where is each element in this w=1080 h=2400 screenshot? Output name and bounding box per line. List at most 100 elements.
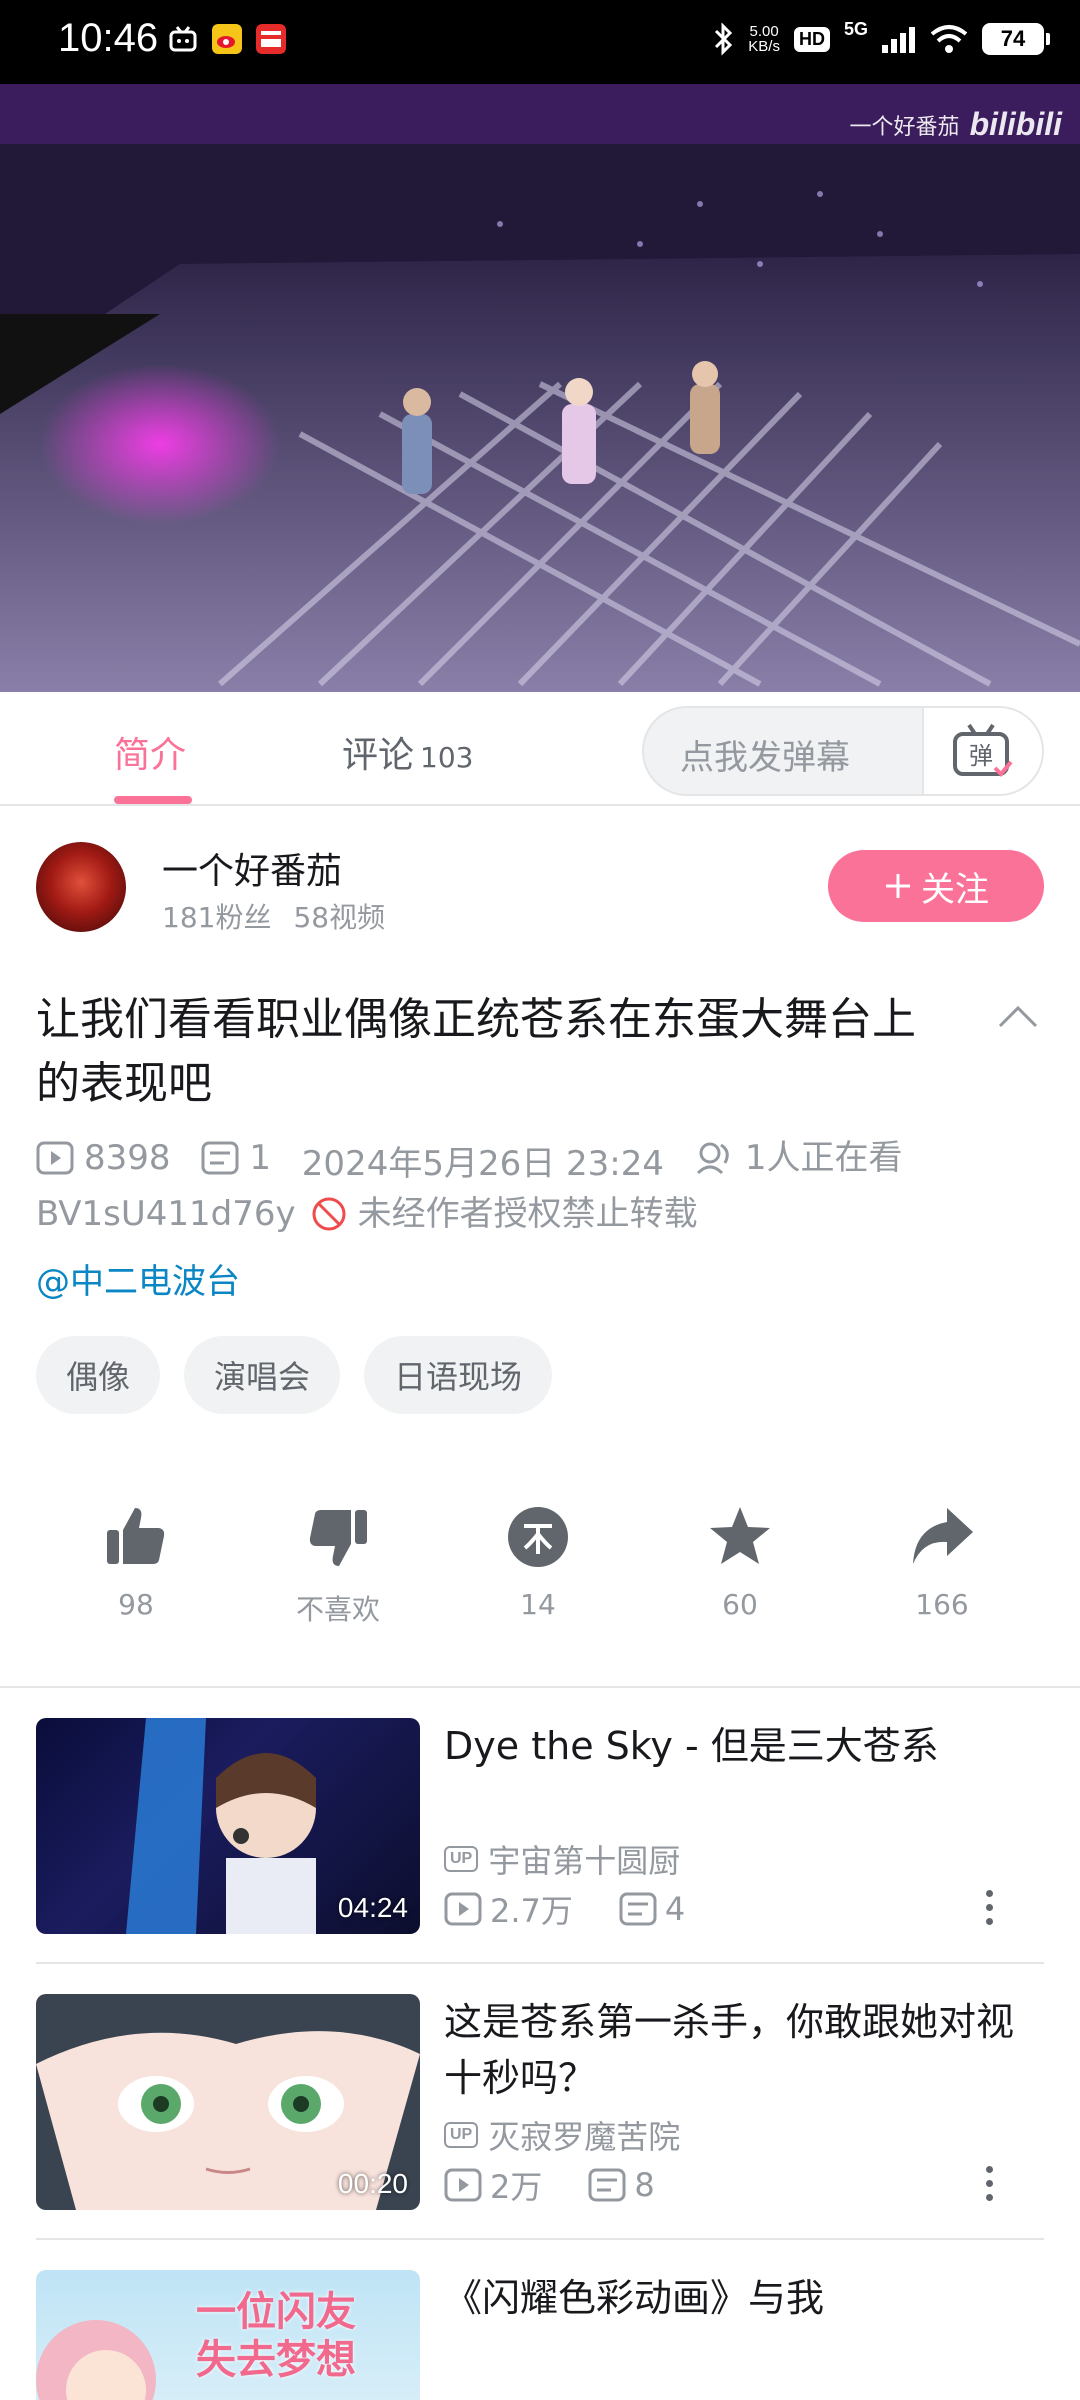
news-app-icon <box>256 24 286 54</box>
dislike-button[interactable]: 不喜欢 <box>258 1504 418 1628</box>
copyright-notice: 未经作者授权禁止转载 <box>357 1194 698 1234</box>
publish-date: 2024年5月26日 23:24 <box>301 1144 665 1184</box>
danmaku-icon <box>201 1141 239 1175</box>
signal-icon <box>882 27 915 53</box>
video-stats: 2.7万 4 <box>444 1886 685 1932</box>
danmu-input[interactable]: 点我发弹幕 <box>680 730 850 779</box>
play-icon <box>444 2168 482 2202</box>
up-badge-icon: UP <box>444 1846 479 1872</box>
coin-icon <box>508 1507 568 1567</box>
speed-unit: KB/s <box>748 38 780 55</box>
play-count: 2万 <box>490 2168 543 2206</box>
video-duration: 00:20 <box>337 2168 408 2199</box>
tag-item[interactable]: 偶像 <box>36 1336 161 1414</box>
notification-icons <box>168 24 286 54</box>
watching-value: 1人正在看 <box>744 1138 903 1178</box>
section-divider <box>0 1686 1080 1688</box>
mention-link[interactable]: @中二电波台 <box>36 1254 240 1303</box>
video-watermark: 一个好番茄 bilibili <box>850 106 1062 143</box>
up-badge-icon: UP <box>444 2122 479 2148</box>
play-count: 2.7万 <box>490 1892 573 1930</box>
watching-now: 1人正在看 <box>695 1130 903 1186</box>
coin-button[interactable]: 14 <box>458 1504 618 1621</box>
danmu-icon: 弹 <box>953 723 1013 777</box>
video-title: 这是苍系第一杀手，你敢跟她对视十秒吗？ <box>444 2000 1015 2100</box>
uploader-row: 一个好番茄 181粉丝 58视频 关注 <box>36 838 1044 938</box>
more-options-icon[interactable] <box>986 1890 994 1926</box>
video-uploader: UP 宇宙第十圆厨 <box>444 1836 680 1882</box>
uploader-name[interactable]: 一个好番茄 <box>162 842 342 894</box>
tab-intro[interactable]: 简介 <box>114 726 186 778</box>
thumbs-down-icon <box>309 1510 367 1566</box>
video-title: 《闪耀色彩动画》与我 <box>444 2276 825 2320</box>
list-item[interactable]: 一位闪友 失去梦想 《闪耀色彩动画》与我 <box>36 2270 1044 2400</box>
more-options-icon[interactable] <box>986 2166 994 2202</box>
favorite-button[interactable]: 60 <box>660 1504 820 1621</box>
thumbs-up-icon <box>107 1508 165 1564</box>
tag-item[interactable]: 演唱会 <box>184 1336 341 1414</box>
tab-bar: 简介 评论 103 点我发弹幕 弹 <box>0 692 1080 806</box>
status-time: 10:46 <box>58 16 159 60</box>
play-count: 8398 <box>36 1130 171 1186</box>
status-right: 5.00 KB/s HD 5G 74 <box>712 19 1050 56</box>
viewers-icon <box>696 1142 729 1175</box>
video-thumbnail[interactable]: 一位闪友 失去梦想 <box>36 2270 420 2400</box>
follow-button[interactable]: 关注 <box>828 850 1044 922</box>
share-button[interactable]: 166 <box>862 1504 1022 1621</box>
uploader-name: 灭寂罗魔苦院 <box>488 2118 681 2156</box>
network-speed: 5.00 KB/s <box>748 24 780 54</box>
tab-comments-count: 103 <box>420 741 474 774</box>
danmaku-count: 8 <box>634 2166 655 2204</box>
video-title: 让我们看看职业偶像正统苍系在东蛋大舞台上的表现吧 <box>36 994 916 1109</box>
video-thumbnail[interactable]: 00:20 <box>36 1994 420 2210</box>
bvid[interactable]: BV1sU411d76y <box>36 1186 296 1242</box>
tag-item[interactable]: 日语现场 <box>364 1336 553 1414</box>
list-item[interactable]: 04:24 Dye the Sky - 但是三大苍系 UP 宇宙第十圆厨 2.7… <box>36 1718 1044 1936</box>
forbidden-icon <box>312 1197 346 1231</box>
favorite-count: 60 <box>722 1588 758 1621</box>
dislike-label: 不喜欢 <box>295 1593 380 1626</box>
danmaku-icon <box>619 1892 657 1926</box>
thumbnail-caption-line: 一位闪友 <box>196 2289 356 2335</box>
play-icon <box>444 1892 482 1926</box>
share-icon <box>913 1508 973 1564</box>
tag-list: 偶像 演唱会 日语现场 <box>36 1336 553 1414</box>
bluetooth-icon <box>715 22 733 56</box>
list-divider <box>36 1962 1044 1964</box>
coin-count: 14 <box>520 1588 556 1621</box>
hd-badge: HD <box>793 26 830 52</box>
action-bar: 98 不喜欢 14 60 166 <box>0 1504 1080 1654</box>
bilibili-logo: bilibili <box>969 106 1062 142</box>
danmaku-icon <box>588 2168 626 2202</box>
tab-comments[interactable]: 评论 103 <box>342 726 473 778</box>
video-meta-2: BV1sU411d76y 未经作者授权禁止转载 <box>36 1186 698 1242</box>
plus-icon <box>886 874 910 898</box>
video-stats: 2万 8 <box>444 2162 655 2208</box>
chevron-up-icon[interactable] <box>996 1002 1040 1030</box>
video-thumbnail[interactable]: 04:24 <box>36 1718 420 1934</box>
list-item[interactable]: 00:20 这是苍系第一杀手，你敢跟她对视十秒吗？ UP 灭寂罗魔苦院 2万 8 <box>36 1994 1044 2212</box>
watermark-name: 一个好番茄 <box>849 114 960 140</box>
danmu-bar: 点我发弹幕 弹 <box>642 706 1044 796</box>
wifi-icon <box>930 25 968 53</box>
status-bar: 10:46 5.00 KB/s HD 5G 74 <box>0 0 1080 84</box>
bilibili-app-icon <box>169 26 197 52</box>
video-player[interactable]: 一个好番茄 bilibili <box>0 84 1080 692</box>
speed-value: 5.00 <box>749 23 779 40</box>
danmu-toggle-button[interactable]: 弹 <box>922 708 1042 794</box>
danmaku-count-value: 1 <box>249 1138 271 1178</box>
play-count-value: 8398 <box>84 1138 171 1178</box>
play-icon <box>36 1141 74 1175</box>
star-icon <box>710 1507 770 1564</box>
danmaku-count: 1 <box>201 1130 271 1186</box>
avatar[interactable] <box>36 842 126 932</box>
video-duration: 04:24 <box>337 1892 408 1923</box>
follow-label: 关注 <box>921 869 989 910</box>
battery-icon: 74 <box>982 23 1050 55</box>
video-meta: 8398 1 2024年5月26日 23:24 1人正在看 <box>36 1130 1046 1192</box>
video-uploader: UP 灭寂罗魔苦院 <box>444 2112 680 2158</box>
like-button[interactable]: 98 <box>56 1504 216 1621</box>
share-count: 166 <box>915 1588 969 1621</box>
thumbnail-caption-line: 失去梦想 <box>196 2337 356 2383</box>
video-frame <box>0 84 1080 692</box>
